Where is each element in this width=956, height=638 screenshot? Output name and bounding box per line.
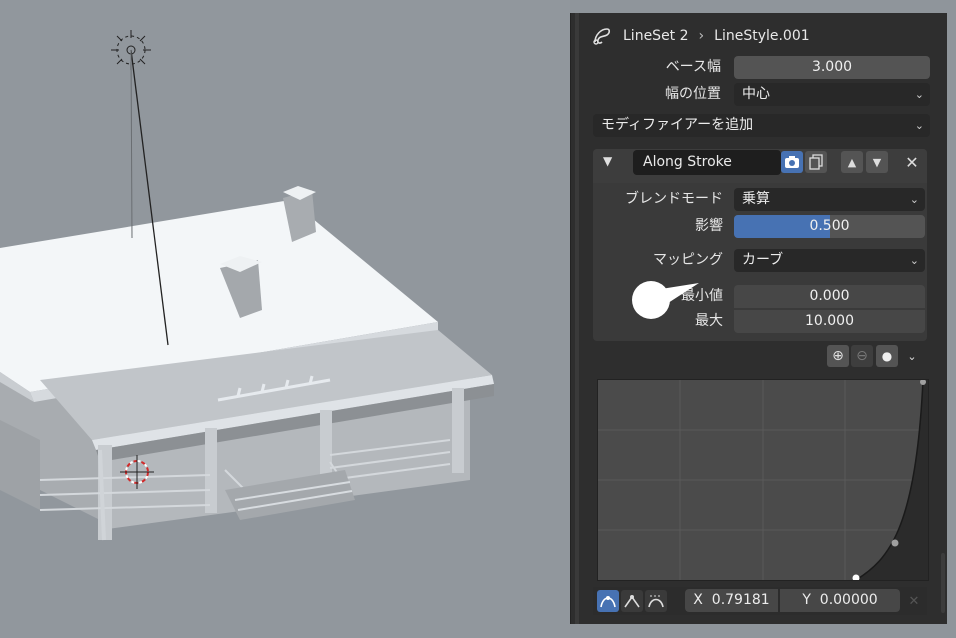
x-coordinate-field[interactable]: X 0.79181 bbox=[685, 589, 778, 612]
width-position-value: 中心 bbox=[742, 86, 770, 102]
copy-icon bbox=[809, 154, 823, 170]
influence-value: 0.500 bbox=[809, 218, 850, 234]
zoom-in-button[interactable]: ⊕ bbox=[827, 345, 849, 367]
chevron-down-icon: ⌄ bbox=[909, 193, 919, 206]
modifier-name-field[interactable]: Along Stroke bbox=[633, 150, 781, 175]
vector-handle-icon bbox=[624, 595, 640, 608]
blend-mode-label: ブレンドモード bbox=[625, 191, 723, 207]
curve-point-selected bbox=[852, 574, 860, 582]
arrow-down-icon: ▼ bbox=[872, 155, 882, 169]
mapping-label: マッピング bbox=[653, 252, 723, 268]
properties-panel: LineSet 2 › LineStyle.001 ベース幅 3.000 幅の位… bbox=[570, 13, 947, 624]
breadcrumb-linestyle[interactable]: LineStyle.001 bbox=[714, 28, 810, 44]
curve-footer: X 0.79181 Y 0.00000 ✕ bbox=[593, 587, 927, 615]
chevron-down-icon: ⌄ bbox=[909, 254, 919, 267]
curve-editor[interactable] bbox=[597, 379, 929, 582]
auto-handle-icon bbox=[600, 596, 616, 608]
breadcrumb: LineSet 2 › LineStyle.001 bbox=[591, 21, 810, 51]
speech-bubble-marker bbox=[632, 281, 699, 319]
influence-slider[interactable]: 0.500 bbox=[734, 215, 925, 238]
porch-column bbox=[205, 428, 217, 513]
camera-toggle-button[interactable] bbox=[781, 151, 803, 173]
add-modifier-dropdown[interactable]: モディファイアーを追加 ⌄ bbox=[593, 114, 930, 137]
chevron-down-icon: ⌄ bbox=[914, 119, 924, 132]
base-width-label: ベース幅 bbox=[665, 59, 721, 75]
panel-scrollbar-left[interactable] bbox=[575, 13, 579, 624]
move-down-button[interactable]: ▼ bbox=[866, 151, 888, 173]
width-position-dropdown[interactable]: 中心 ⌄ bbox=[734, 83, 930, 106]
x-value: 0.79181 bbox=[711, 592, 770, 608]
handle-auto-button[interactable] bbox=[597, 590, 619, 612]
dot-icon: ● bbox=[881, 349, 893, 363]
remove-modifier-button[interactable]: ✕ bbox=[901, 151, 923, 173]
arrow-up-icon: ▲ bbox=[847, 155, 857, 169]
breadcrumb-separator: › bbox=[698, 28, 705, 44]
y-label: Y bbox=[802, 592, 811, 608]
mapping-dropdown[interactable]: カーブ ⌄ bbox=[734, 249, 925, 272]
porch-column bbox=[452, 388, 464, 473]
y-coordinate-field[interactable]: Y 0.00000 bbox=[780, 589, 900, 612]
close-icon: ✕ bbox=[905, 152, 919, 172]
delete-point-button[interactable]: ✕ bbox=[903, 590, 925, 612]
zoom-in-icon: ⊕ bbox=[832, 348, 844, 364]
linestyle-icon bbox=[593, 28, 611, 45]
add-modifier-label: モディファイアーを追加 bbox=[601, 117, 754, 133]
x-label: X bbox=[693, 592, 703, 608]
move-up-button[interactable]: ▲ bbox=[841, 151, 863, 173]
collapse-triangle-icon[interactable]: ▼ bbox=[603, 154, 612, 168]
curve-options-button[interactable]: ⌄ bbox=[901, 345, 923, 367]
copy-modifier-button[interactable] bbox=[805, 151, 827, 173]
blend-mode-dropdown[interactable]: 乗算 ⌄ bbox=[734, 188, 925, 211]
3d-viewport[interactable] bbox=[0, 0, 570, 638]
zoom-out-button[interactable]: ⊖ bbox=[851, 345, 873, 367]
handle-vector-button[interactable] bbox=[621, 590, 643, 612]
chevron-down-icon: ⌄ bbox=[914, 88, 924, 101]
zoom-out-icon: ⊖ bbox=[856, 348, 868, 364]
curve-graph bbox=[598, 379, 928, 582]
panel-scrollbar[interactable] bbox=[941, 553, 945, 613]
min-field[interactable]: 0.000 bbox=[734, 285, 925, 308]
chevron-down-icon: ⌄ bbox=[907, 349, 917, 363]
base-width-field[interactable]: 3.000 bbox=[734, 56, 930, 79]
close-icon: ✕ bbox=[908, 593, 920, 609]
influence-label: 影響 bbox=[695, 218, 723, 234]
blend-mode-value: 乗算 bbox=[742, 191, 770, 207]
viewport-scene bbox=[0, 30, 494, 541]
width-position-label: 幅の位置 bbox=[665, 86, 721, 102]
mapping-value: カーブ bbox=[742, 252, 784, 268]
breadcrumb-lineset[interactable]: LineSet 2 bbox=[623, 28, 689, 44]
free-handle-icon bbox=[648, 595, 664, 608]
handle-type-button[interactable]: ● bbox=[876, 345, 898, 367]
camera-icon bbox=[785, 156, 799, 168]
y-value: 0.00000 bbox=[819, 592, 878, 608]
curve-point bbox=[891, 539, 899, 547]
handle-free-button[interactable] bbox=[645, 590, 667, 612]
max-field[interactable]: 10.000 bbox=[734, 310, 925, 333]
